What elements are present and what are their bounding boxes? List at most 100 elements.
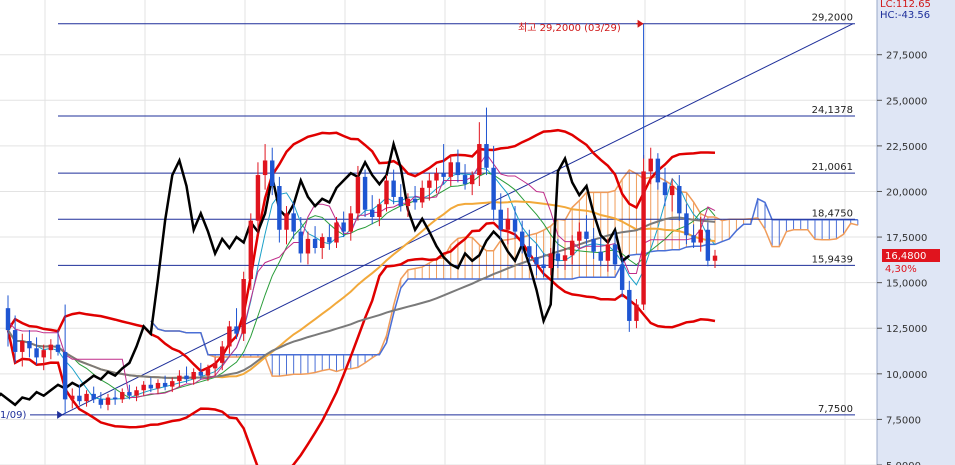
candle-body (248, 220, 254, 279)
candle-body (120, 392, 125, 400)
candle-body (641, 171, 646, 305)
candle-body (141, 384, 146, 391)
level-label: 24,1378 (812, 105, 853, 116)
candle-body (41, 350, 46, 358)
candle-body (62, 351, 68, 400)
chart-canvas[interactable]: 29,2000 24,1378 21,0061 18,4750 15,9439 7,750… (0, 0, 955, 465)
candle-body (234, 326, 239, 334)
candle-body (112, 397, 118, 400)
candle-body (148, 384, 154, 389)
candle-body (577, 231, 582, 241)
candle-body (541, 264, 546, 269)
candle-body (455, 162, 461, 176)
candle-body (491, 167, 496, 210)
candle-body (305, 238, 311, 254)
candle-body (634, 304, 639, 321)
candle-body (469, 175, 475, 185)
y-tick-label: 7,5000 (886, 415, 921, 426)
candle-body (712, 255, 718, 261)
candle-body (434, 173, 439, 181)
y-tick-label: 5,0000 (886, 461, 921, 465)
candle-body (512, 218, 518, 232)
candle-body (127, 392, 132, 396)
candle-body (684, 213, 689, 236)
candle-body (591, 238, 596, 252)
candle-body (284, 213, 289, 230)
current-change-value: 4,30% (885, 264, 917, 275)
candle-body (155, 382, 161, 389)
candle-body (312, 238, 318, 248)
level-label: 15,9439 (812, 254, 853, 265)
candle-body (369, 209, 375, 217)
stock-chart[interactable]: 29,2000 24,1378 21,0061 18,4750 15,9439 7,750… (0, 0, 955, 465)
candle-body (534, 257, 539, 265)
candle-body (598, 251, 603, 261)
candle-body (170, 381, 175, 387)
candle-body (291, 213, 296, 232)
candle-body (205, 368, 211, 376)
candle-body (627, 289, 632, 321)
candle-body (262, 160, 268, 176)
candle-body (198, 372, 204, 376)
candle-body (320, 237, 325, 248)
low-arrow-head (57, 410, 64, 419)
candle-body (562, 255, 568, 261)
candle-body (255, 175, 261, 221)
low-price-label: 1/09) (0, 410, 26, 421)
y-tick-label: 17,5000 (886, 233, 927, 244)
ma10-line (7, 172, 716, 399)
y-tick-label: 25,0000 (886, 96, 927, 107)
candle-body (605, 244, 611, 261)
candle-body (662, 182, 668, 196)
candle-body (70, 395, 75, 400)
high-price-label: 최고 29,2000 (03/29) (518, 22, 621, 34)
level-label: 21,0061 (812, 162, 853, 173)
y-tick-label: 15,0000 (886, 279, 927, 290)
candle-body (648, 158, 653, 172)
candle-body (584, 231, 589, 239)
y-tick-label: 27,5000 (886, 51, 927, 62)
candle-body (84, 393, 89, 402)
y-tick-label: 10,0000 (886, 370, 927, 381)
y-tick-label: 12,5000 (886, 324, 927, 335)
candle-body (98, 399, 104, 405)
level-label: 29,2000 (812, 13, 853, 24)
current-price-value: 16,4800 (885, 251, 926, 262)
lc-readout: LC:112.65 (880, 0, 931, 10)
candle-body (348, 213, 354, 232)
candle-body (341, 222, 346, 232)
candle-body (405, 198, 411, 207)
candle-body (619, 264, 625, 290)
candle-body (162, 382, 168, 387)
candle-body (298, 231, 304, 254)
candle-body (705, 229, 711, 261)
tenkan-line (7, 153, 716, 398)
candle-body (377, 204, 382, 217)
candle-body (398, 196, 403, 207)
candle-body (427, 180, 432, 188)
candle-body (77, 395, 82, 402)
candle-body (569, 240, 575, 256)
candle-body (555, 253, 561, 261)
candle-body (12, 330, 18, 352)
ma30-line (7, 200, 716, 379)
candle-body (184, 375, 189, 380)
candle-body (241, 279, 246, 334)
candle-body (669, 186, 675, 196)
candle-body (527, 246, 532, 258)
high-arrow-head (637, 19, 644, 28)
y-tick-label: 20,0000 (886, 187, 927, 198)
candle-body (177, 375, 182, 382)
candle-body (548, 253, 553, 269)
y-tick-label: 22,5000 (886, 142, 927, 153)
candle-body (441, 173, 446, 177)
candle-body (462, 175, 468, 185)
candle-body (677, 186, 682, 214)
candle-body (34, 348, 39, 358)
candle-body (191, 372, 196, 380)
candle-body (519, 231, 525, 247)
candle-body (91, 393, 96, 400)
level-lines: 29,2000 24,1378 21,0061 18,4750 15,9439 7,750… (58, 13, 855, 416)
candle-body (334, 222, 339, 243)
candle-body (448, 162, 453, 177)
